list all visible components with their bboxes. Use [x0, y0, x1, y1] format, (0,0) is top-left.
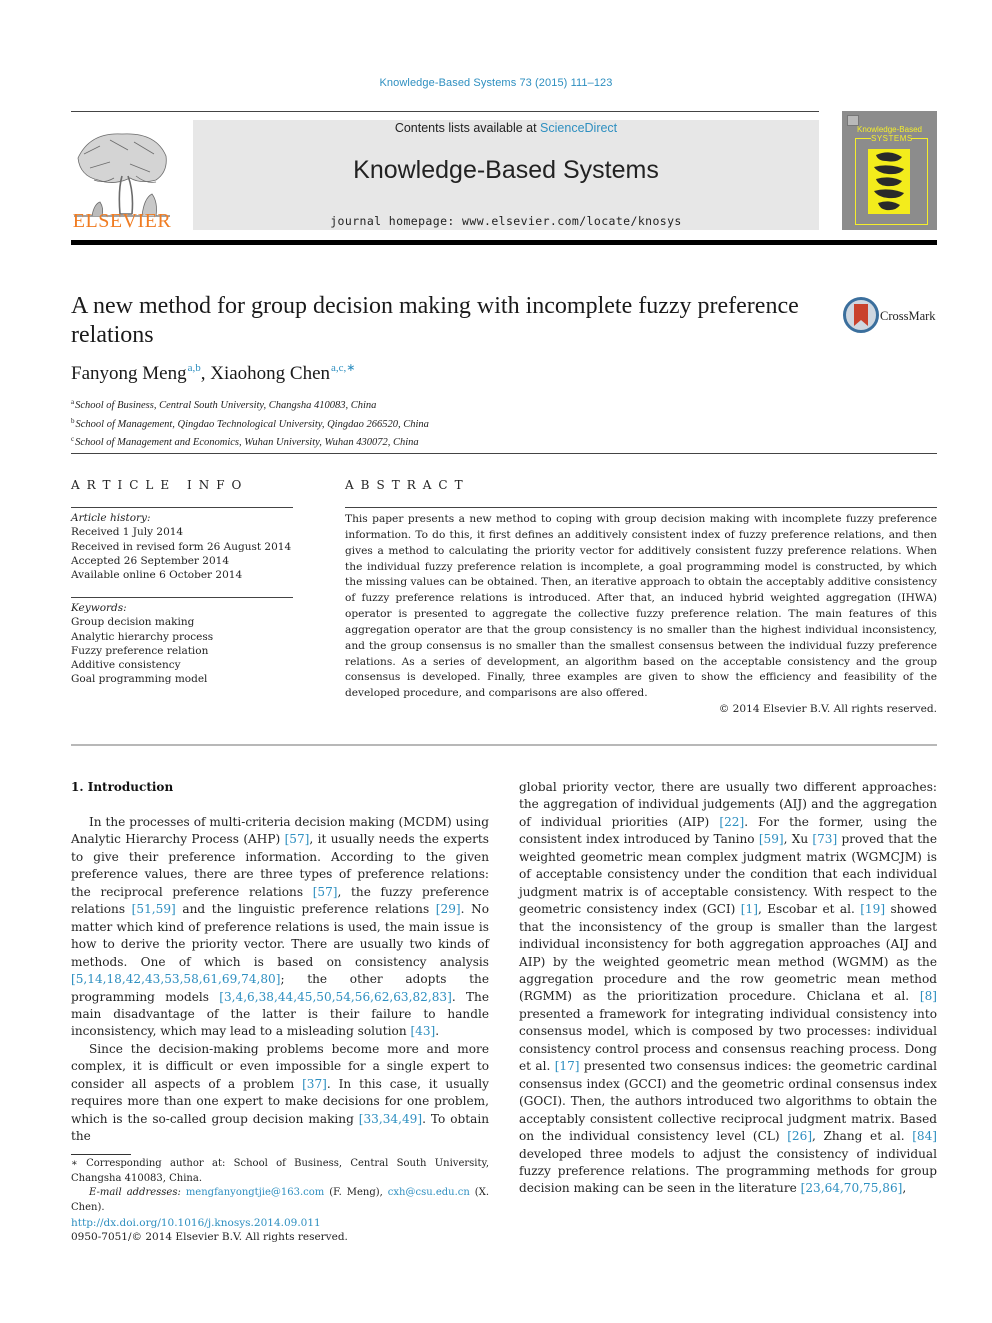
citation-link[interactable]: [1]	[741, 902, 758, 916]
author-separator: ,	[200, 363, 211, 384]
body-text: , Escobar et al.	[757, 902, 861, 917]
body-column-left: In the processes of multi-criteria decis…	[71, 814, 489, 1146]
citation-link[interactable]: [84]	[912, 1129, 937, 1143]
affiliation-text: School of Management and Economics, Wuha…	[75, 437, 419, 448]
author-list: Fanyong Menga,b, Xiaohong Chena,c,∗	[71, 361, 356, 385]
abstract-end-rule	[71, 744, 937, 746]
abstract-text: This paper presents a new method to copi…	[345, 513, 937, 700]
doi-link[interactable]: http://dx.doi.org/10.1016/j.knosys.2014.…	[71, 1217, 321, 1229]
body-text: and the linguistic preference relations	[175, 902, 436, 917]
journal-homepage: journal homepage: www.elsevier.com/locat…	[193, 214, 819, 228]
affiliation-key: a	[71, 398, 75, 406]
keywords: Keywords: Group decision making Analytic…	[71, 601, 301, 687]
citation-link[interactable]: [3,4,6,38,44,45,50,54,56,62,63,82,83]	[219, 990, 452, 1004]
email-owner: (F. Meng),	[324, 1187, 388, 1198]
history-item: Received 1 July 2014	[71, 526, 184, 539]
citation-link[interactable]: [17]	[555, 1059, 580, 1073]
footnote-rule	[71, 1154, 131, 1155]
author-name[interactable]: Xiaohong Chen	[210, 363, 330, 384]
crossmark-icon	[843, 297, 879, 333]
article-info-heading: ARTICLE INFO	[71, 478, 249, 492]
contents-line: Contents lists available at ScienceDirec…	[193, 121, 819, 135]
citation-link[interactable]: [59]	[759, 832, 784, 846]
email-link[interactable]: cxh@csu.edu.cn	[388, 1187, 470, 1198]
author-affiliation-marks[interactable]: a,b	[188, 362, 201, 374]
homepage-prefix: journal homepage:	[330, 214, 463, 228]
body-text: showed that the inconsistency of the gro…	[519, 902, 937, 1004]
cover-artwork	[868, 149, 910, 214]
body-text: , Zhang et al.	[812, 1129, 913, 1144]
email-link[interactable]: mengfanyongtjie@163.com	[186, 1187, 324, 1198]
keyword-item: Group decision making	[71, 616, 195, 629]
journal-citation-link[interactable]: Knowledge-Based Systems 73 (2015) 111–12…	[0, 77, 992, 89]
author-affiliation-marks[interactable]: a,c,∗	[331, 362, 355, 374]
cover-title-line2: SYSTEMS	[871, 134, 913, 143]
abstract-copyright: © 2014 Elsevier B.V. All rights reserved…	[718, 703, 937, 715]
cover-title-line1: Knowledge-Based	[857, 125, 922, 134]
keyword-item: Additive consistency	[71, 659, 181, 672]
article-title: A new method for group decision making w…	[71, 293, 799, 348]
email-line: E-mail addresses: mengfanyongtjie@163.co…	[71, 1186, 489, 1215]
citation-link[interactable]: [51,59]	[132, 902, 176, 916]
citation-link[interactable]: [8]	[920, 989, 937, 1003]
citation-link[interactable]: [5,14,18,42,43,53,58,61,69,74,80]	[71, 972, 280, 986]
history-label: Article history:	[71, 512, 151, 524]
section-heading-introduction: 1. Introduction	[71, 780, 174, 794]
body-paragraph: global priority vector, there are usuall…	[519, 779, 937, 1198]
header-thick-rule	[71, 240, 937, 245]
affiliation-text: School of Management, Qingdao Technologi…	[75, 418, 429, 430]
citation-link[interactable]: [23,64,70,75,86]	[801, 1181, 903, 1195]
homepage-url[interactable]: www.elsevier.com/locate/knosys	[462, 214, 682, 228]
citation-link[interactable]: [37]	[302, 1077, 327, 1091]
affiliation-item: bSchool of Management, Qingdao Technolog…	[71, 414, 429, 433]
affiliation-item: aSchool of Business, Central South Unive…	[71, 395, 429, 414]
affiliation-key: c	[71, 435, 75, 443]
journal-cover-thumbnail[interactable]: Knowledge-Based SYSTEMS	[842, 111, 937, 230]
header-top-rule	[71, 111, 819, 112]
footnote: ∗ Corresponding author at: School of Bus…	[71, 1157, 489, 1215]
keywords-label: Keywords:	[71, 602, 127, 614]
body-paragraph: Since the decision-making problems becom…	[71, 1041, 489, 1146]
abstract-heading: ABSTRACT	[345, 478, 470, 492]
body-text: .	[435, 1024, 440, 1039]
history-item: Received in revised form 26 August 2014	[71, 540, 292, 553]
affiliation-text: School of Business, Central South Univer…	[75, 400, 377, 411]
title-block-rule	[71, 453, 937, 454]
journal-name: Knowledge-Based Systems	[353, 156, 659, 184]
sciencedirect-link[interactable]: ScienceDirect	[540, 121, 617, 135]
contents-prefix: Contents lists available at	[394, 121, 541, 135]
elsevier-wordmark: ELSEVIER	[72, 210, 172, 232]
citation-link[interactable]: [26]	[787, 1129, 812, 1143]
corresponding-author-note: ∗ Corresponding author at: School of Bus…	[71, 1158, 489, 1184]
email-label: E-mail addresses:	[89, 1187, 186, 1198]
citation-link[interactable]: [57]	[285, 832, 310, 846]
author-name[interactable]: Fanyong Meng	[71, 363, 187, 384]
citation-link[interactable]: [33,34,49]	[359, 1112, 422, 1126]
citation-link[interactable]: [73]	[812, 832, 837, 846]
crossmark-label[interactable]: CrossMark	[880, 309, 936, 324]
issn-copyright: 0950-7051/© 2014 Elsevier B.V. All right…	[71, 1231, 348, 1243]
citation-link[interactable]: [43]	[410, 1024, 435, 1038]
citation-link[interactable]: [19]	[860, 902, 885, 916]
article-info-rule	[71, 507, 293, 508]
history-item: Accepted 26 September 2014	[71, 554, 230, 567]
citation-link[interactable]: [22]	[719, 815, 744, 829]
keywords-rule	[71, 597, 293, 598]
citation-link[interactable]: [29]	[436, 902, 461, 916]
body-paragraph: In the processes of multi-criteria decis…	[71, 814, 489, 1041]
keyword-item: Fuzzy preference relation	[71, 644, 209, 657]
affiliations: aSchool of Business, Central South Unive…	[71, 395, 429, 451]
affiliation-item: cSchool of Management and Economics, Wuh…	[71, 432, 429, 451]
keyword-item: Analytic hierarchy process	[71, 630, 214, 643]
keyword-item: Goal programming model	[71, 673, 208, 686]
body-column-right: global priority vector, there are usuall…	[519, 779, 937, 1198]
history-item: Available online 6 October 2014	[71, 569, 243, 582]
cover-helix-icon	[874, 152, 904, 211]
body-text: , Xu	[783, 832, 813, 847]
citation-link[interactable]: [57]	[313, 885, 338, 899]
body-text: ,	[902, 1181, 907, 1196]
article-history: Article history: Received 1 July 2014 Re…	[71, 511, 301, 582]
abstract-rule	[345, 507, 937, 508]
affiliation-key: b	[71, 416, 75, 425]
